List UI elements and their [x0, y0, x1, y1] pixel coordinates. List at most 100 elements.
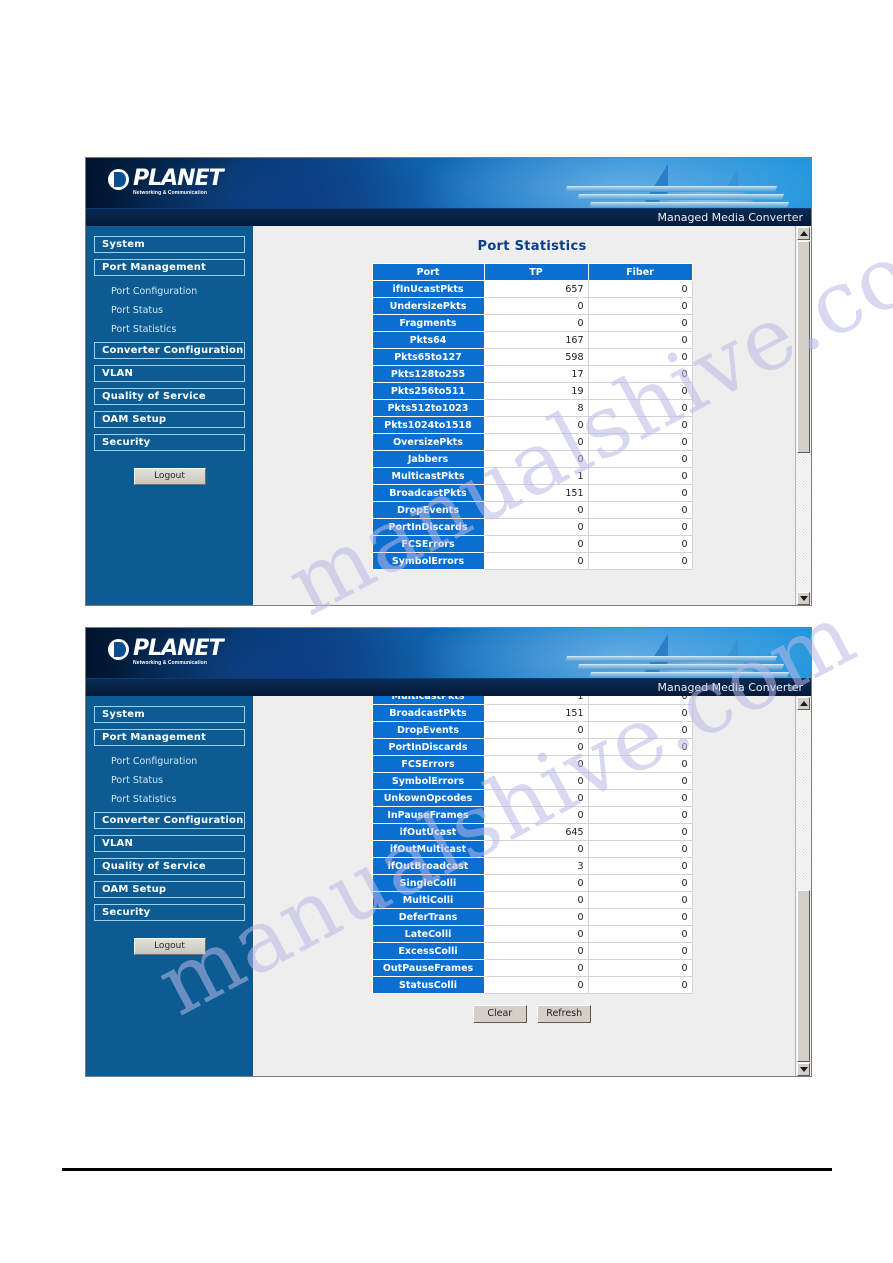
sidebar-item-quality-of-service[interactable]: Quality of Service [94, 858, 245, 875]
table-row: ExcessColli 0 0 [371, 942, 693, 960]
sidebar-item-security[interactable]: Security [94, 904, 245, 921]
cell-tp: 0 [483, 942, 589, 960]
sidebar-item-vlan[interactable]: VLAN [94, 835, 245, 852]
row-label: DeferTrans [371, 908, 485, 926]
sidebar-item-port-management[interactable]: Port Management [94, 259, 245, 276]
sidebar-item-system[interactable]: System [94, 236, 245, 253]
table-row: Pkts256to511 19 0 [371, 382, 693, 400]
cell-tp: 0 [483, 789, 589, 807]
cell-fiber: 0 [587, 908, 693, 926]
sidebar-item-converter-configuration[interactable]: Converter Configuration [94, 342, 245, 359]
scrollbar-track[interactable] [797, 241, 810, 591]
cell-fiber: 0 [587, 891, 693, 909]
cell-fiber: 0 [587, 331, 693, 349]
scroll-up-arrow-icon[interactable] [797, 697, 810, 710]
sidebar-item-system[interactable]: System [94, 706, 245, 723]
sidebar-item-oam-setup[interactable]: OAM Setup [94, 411, 245, 428]
cell-tp: 0 [483, 552, 589, 570]
scroll-down-arrow-icon[interactable] [797, 1063, 810, 1076]
cell-tp: 151 [483, 484, 589, 502]
row-label: PortInDiscards [371, 518, 485, 536]
sidebar-item-port-statistics[interactable]: Port Statistics [94, 320, 245, 339]
scroll-down-arrow-icon[interactable] [797, 592, 810, 605]
cell-tp: 0 [483, 738, 589, 756]
scroll-up-arrow-icon[interactable] [797, 227, 810, 240]
cell-fiber: 0 [587, 314, 693, 332]
brand-tagline: Networking & Communication [133, 190, 207, 196]
sidebar-item-port-status[interactable]: Port Status [94, 771, 245, 790]
cell-tp: 3 [483, 857, 589, 875]
port-statistics-table-top: Port TP Fiber ifInUcastPkts 657 0 Undersize… [371, 263, 693, 570]
deck-graphic [565, 656, 777, 662]
clear-button[interactable]: Clear [472, 1005, 527, 1023]
table-row: MulticastPkts 1 0 [371, 696, 693, 705]
navigation-sidebar: System Port Management Port Configuratio… [86, 226, 253, 605]
cell-tp: 0 [483, 806, 589, 824]
vertical-scrollbar-top[interactable] [795, 226, 811, 605]
refresh-button[interactable]: Refresh [537, 1005, 592, 1023]
cell-fiber: 0 [587, 755, 693, 773]
cell-tp: 1 [483, 696, 589, 705]
globe-graphic [226, 158, 426, 208]
cell-tp: 0 [483, 433, 589, 451]
row-label: Jabbers [371, 450, 485, 468]
scrollbar-track[interactable] [797, 711, 810, 1062]
app-banner: PLANET Networking & Communication [86, 628, 811, 678]
sidebar-item-port-configuration[interactable]: Port Configuration [94, 752, 245, 771]
row-label: InPauseFrames [371, 806, 485, 824]
table-row: UndersizePkts 0 0 [371, 297, 693, 315]
device-title-bar: Managed Media Converter [86, 678, 811, 696]
deck-graphic [565, 186, 777, 192]
table-row: InPauseFrames 0 0 [371, 806, 693, 824]
table-row: PortInDiscards 0 0 [371, 518, 693, 536]
table-row: DropEvents 0 0 [371, 501, 693, 519]
brand-name: PLANET [133, 636, 224, 661]
cell-fiber: 0 [587, 925, 693, 943]
device-title: Managed Media Converter [657, 211, 804, 224]
table-row: UnkownOpcodes 0 0 [371, 789, 693, 807]
table-row: MultiColli 0 0 [371, 891, 693, 909]
sidebar-item-security[interactable]: Security [94, 434, 245, 451]
row-label: Pkts1024to1518 [371, 416, 485, 434]
sidebar-item-vlan[interactable]: VLAN [94, 365, 245, 382]
scrollbar-thumb[interactable] [797, 241, 810, 453]
sidebar-item-port-management[interactable]: Port Management [94, 729, 245, 746]
content-area-top: Port Statistics Port TP Fiber ifInUcastP… [253, 226, 811, 605]
cell-tp: 0 [483, 450, 589, 468]
column-header-fiber: Fiber [587, 263, 693, 281]
table-row: OutPauseFrames 0 0 [371, 959, 693, 977]
table-row: DropEvents 0 0 [371, 721, 693, 739]
cell-tp: 598 [483, 348, 589, 366]
row-label: PortInDiscards [371, 738, 485, 756]
navigation-sidebar: System Port Management Port Configuratio… [86, 696, 253, 1076]
sidebar-item-quality-of-service[interactable]: Quality of Service [94, 388, 245, 405]
cell-tp: 0 [483, 721, 589, 739]
table-row: FCSErrors 0 0 [371, 535, 693, 553]
scrollbar-thumb[interactable] [797, 890, 810, 1062]
row-label: FCSErrors [371, 535, 485, 553]
table-row: FCSErrors 0 0 [371, 755, 693, 773]
screenshot-panel-bottom: PLANET Networking & Communication Manage… [85, 627, 812, 1077]
table-row: Pkts1024to1518 0 0 [371, 416, 693, 434]
row-label: Pkts512to1023 [371, 399, 485, 417]
device-title: Managed Media Converter [657, 681, 804, 694]
table-row: Jabbers 0 0 [371, 450, 693, 468]
table-header-row: Port TP Fiber [371, 263, 693, 281]
row-label: SymbolErrors [371, 552, 485, 570]
sidebar-item-port-status[interactable]: Port Status [94, 301, 245, 320]
sidebar-item-converter-configuration[interactable]: Converter Configuration [94, 812, 245, 829]
logout-button[interactable]: Logout [133, 938, 206, 955]
row-label: ifInUcastPkts [371, 280, 485, 298]
logout-container: Logout [86, 465, 253, 485]
cell-fiber: 0 [587, 874, 693, 892]
cell-fiber: 0 [587, 959, 693, 977]
brand-name: PLANET [133, 166, 224, 191]
logout-button[interactable]: Logout [133, 468, 206, 485]
sidebar-item-port-configuration[interactable]: Port Configuration [94, 282, 245, 301]
vertical-scrollbar-bottom[interactable] [795, 696, 811, 1076]
cell-fiber: 0 [587, 433, 693, 451]
screenshot-panel-top: PLANET Networking & Communication Manage… [85, 157, 812, 606]
sidebar-item-oam-setup[interactable]: OAM Setup [94, 881, 245, 898]
cell-tp: 19 [483, 382, 589, 400]
sidebar-item-port-statistics[interactable]: Port Statistics [94, 790, 245, 809]
